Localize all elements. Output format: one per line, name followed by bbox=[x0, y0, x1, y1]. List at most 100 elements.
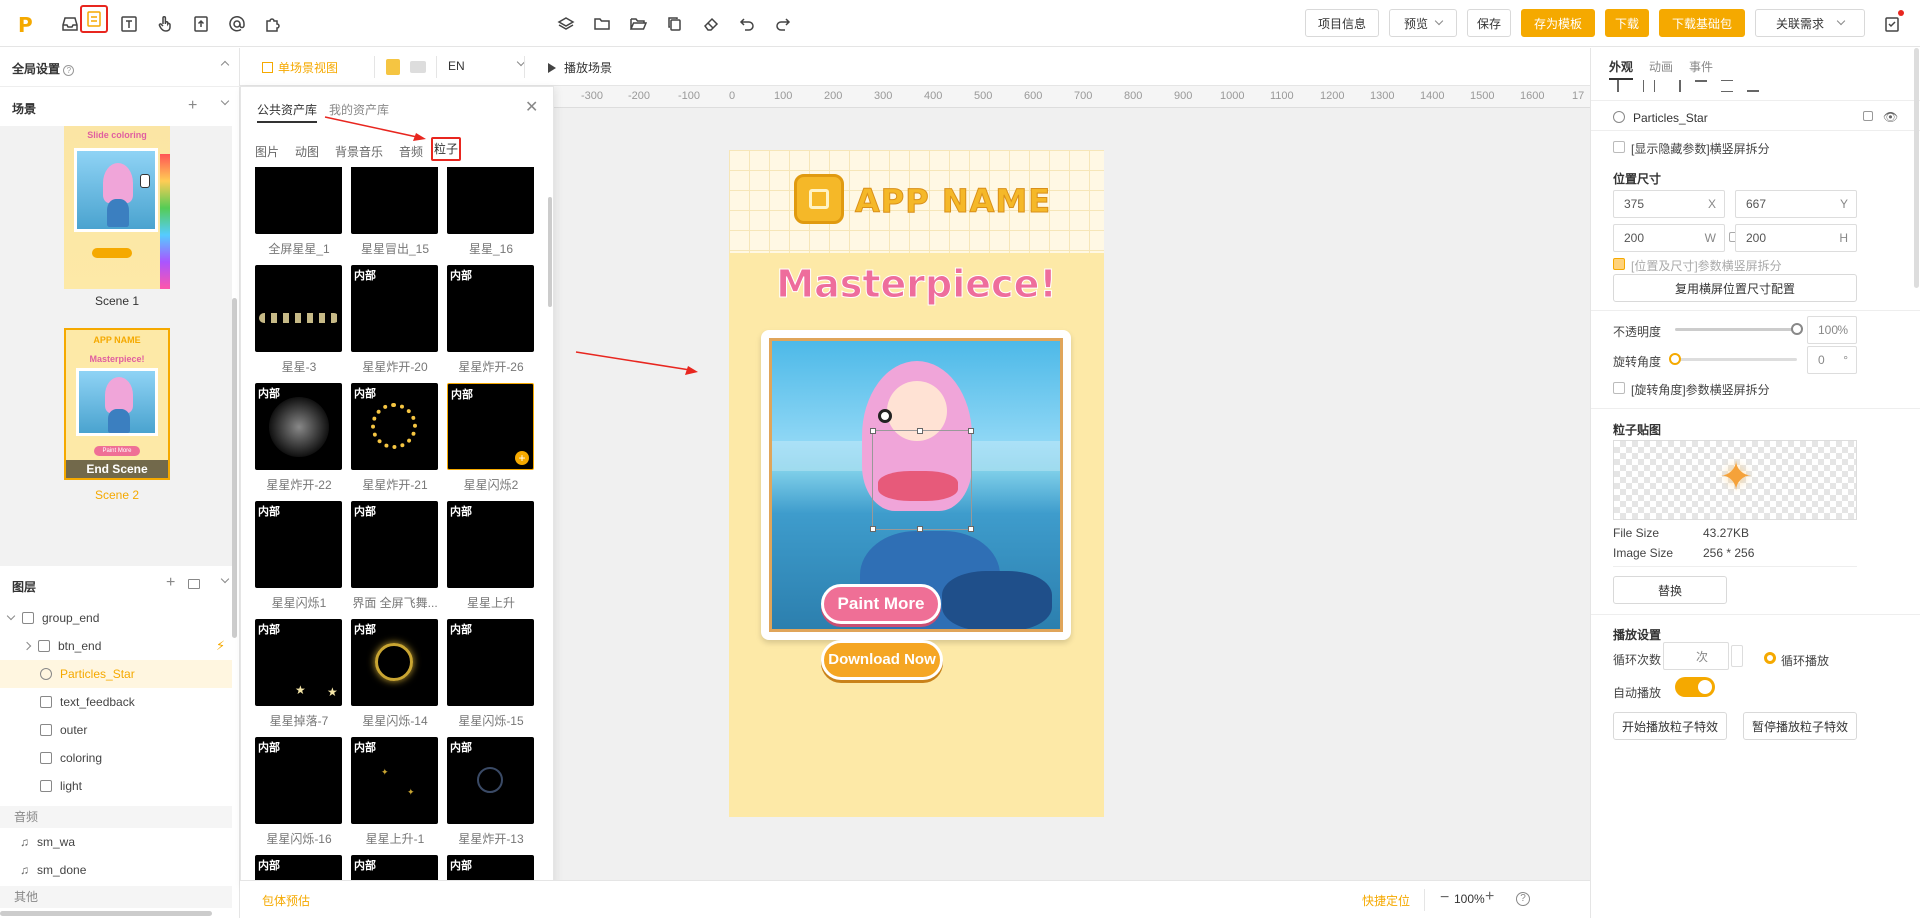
layer-row[interactable]: light bbox=[0, 772, 232, 800]
position-split-checkbox[interactable] bbox=[1613, 258, 1625, 270]
download-button[interactable]: 下载 bbox=[1605, 9, 1649, 37]
opacity-slider[interactable] bbox=[1675, 323, 1803, 335]
copy-icon[interactable] bbox=[663, 12, 687, 36]
left-horizontal-scrollbar[interactable] bbox=[0, 911, 212, 916]
asset-thumbnail[interactable]: 内部 bbox=[351, 501, 438, 588]
preview-dropdown[interactable]: 预览 bbox=[1389, 9, 1457, 37]
audio-row[interactable]: ♫ sm_done bbox=[0, 856, 232, 884]
layer-row[interactable]: btn_end ⚡ bbox=[0, 632, 232, 660]
asset-scrollbar[interactable] bbox=[548, 197, 552, 307]
text-tool-icon[interactable] bbox=[117, 12, 141, 36]
anchor-point-icon[interactable] bbox=[878, 409, 892, 423]
stage-artboard[interactable]: APP NAME Masterpiece! Paint More Downloa… bbox=[729, 150, 1104, 817]
chevron-down-icon[interactable] bbox=[220, 574, 230, 584]
mention-icon[interactable] bbox=[225, 12, 249, 36]
opacity-input[interactable]: 100% bbox=[1807, 316, 1857, 344]
asset-thumbnail[interactable] bbox=[255, 265, 342, 352]
asset-thumbnail[interactable]: 内部 bbox=[351, 619, 438, 706]
right-panel-scrollbar[interactable] bbox=[1914, 48, 1919, 288]
undo-icon[interactable] bbox=[735, 12, 759, 36]
redo-icon[interactable] bbox=[771, 12, 795, 36]
layer-row[interactable]: group_end bbox=[0, 604, 232, 632]
asset-thumbnail[interactable]: 内部 bbox=[351, 265, 438, 352]
asset-thumbnail[interactable]: 内部 bbox=[447, 619, 534, 706]
chevron-up-icon[interactable] bbox=[220, 60, 230, 70]
download-now-button[interactable]: Download Now bbox=[821, 640, 943, 680]
folder-icon[interactable] bbox=[590, 12, 614, 36]
pause-particles-button[interactable]: 暂停播放粒子特效 bbox=[1743, 712, 1857, 740]
save-button[interactable]: 保存 bbox=[1467, 9, 1511, 37]
align-middle-icon[interactable] bbox=[1721, 80, 1733, 92]
paint-more-button[interactable]: Paint More bbox=[821, 584, 941, 624]
loop-stepper[interactable] bbox=[1731, 645, 1743, 667]
autoplay-toggle[interactable] bbox=[1675, 677, 1715, 697]
eye-icon[interactable]: 👁 bbox=[1883, 110, 1898, 124]
help-icon[interactable]: ? bbox=[1516, 892, 1530, 906]
asset-thumbnail[interactable]: 内部 ✦ ✦ bbox=[351, 737, 438, 824]
loop-play-radio[interactable] bbox=[1764, 652, 1776, 664]
align-center-icon[interactable] bbox=[1643, 80, 1655, 92]
gesture-icon[interactable] bbox=[153, 12, 177, 36]
package-estimate-link[interactable]: 包体预估 bbox=[262, 892, 310, 909]
layer-row[interactable]: coloring bbox=[0, 744, 232, 772]
category-bgm[interactable]: 背景音乐 bbox=[335, 143, 383, 160]
asset-thumbnail[interactable]: 内部 bbox=[255, 383, 342, 470]
rotation-slider-handle[interactable] bbox=[1669, 353, 1681, 365]
add-folder-icon[interactable] bbox=[188, 579, 200, 589]
layer-row[interactable]: text_feedback bbox=[0, 688, 232, 716]
tab-appearance[interactable]: 外观 bbox=[1609, 58, 1633, 75]
particles-selection-box[interactable] bbox=[870, 428, 974, 532]
opacity-slider-handle[interactable] bbox=[1791, 323, 1803, 335]
color-swatch-gray[interactable] bbox=[410, 61, 426, 73]
asset-thumbnail[interactable]: 内部 bbox=[447, 737, 534, 824]
reuse-landscape-button[interactable]: 复用横屏位置尺寸配置 bbox=[1613, 274, 1857, 302]
add-asset-icon[interactable]: + bbox=[515, 451, 529, 465]
asset-thumbnail[interactable] bbox=[351, 167, 438, 234]
download-base-button[interactable]: 下载基础包 bbox=[1659, 9, 1745, 37]
plugin-icon[interactable] bbox=[261, 12, 285, 36]
inbox-icon[interactable] bbox=[58, 12, 82, 36]
chevron-right-icon[interactable] bbox=[22, 641, 32, 651]
scene-1-label[interactable]: Scene 1 bbox=[64, 294, 170, 308]
asset-thumbnail[interactable]: 内部 ★ ★ bbox=[255, 619, 342, 706]
tab-public-assets[interactable]: 公共资产库 bbox=[257, 101, 317, 118]
asset-thumbnail[interactable]: 内部 bbox=[447, 265, 534, 352]
x-input[interactable]: 375 X bbox=[1613, 190, 1725, 218]
category-animations[interactable]: 动图 bbox=[295, 143, 319, 160]
play-scene-button[interactable]: 播放场景 bbox=[548, 59, 612, 76]
asset-thumbnail[interactable]: 内部 bbox=[351, 383, 438, 470]
show-hidden-checkbox[interactable] bbox=[1613, 141, 1625, 153]
add-layer-icon[interactable]: + bbox=[166, 574, 175, 592]
align-bottom-icon[interactable] bbox=[1747, 80, 1759, 92]
scene-scrollbar[interactable] bbox=[232, 298, 237, 638]
layer-row[interactable]: outer bbox=[0, 716, 232, 744]
start-particles-button[interactable]: 开始播放粒子特效 bbox=[1613, 712, 1727, 740]
rotation-split-checkbox[interactable] bbox=[1613, 382, 1625, 394]
asset-thumbnail[interactable] bbox=[255, 167, 342, 234]
language-select[interactable]: EN bbox=[448, 57, 526, 73]
height-input[interactable]: 200 H bbox=[1735, 224, 1857, 252]
rotation-input[interactable]: 0 ° bbox=[1807, 346, 1857, 374]
canvas-area[interactable]: -300 -200 -100 0 100 200 300 400 500 600… bbox=[554, 86, 1590, 880]
width-input[interactable]: 200 W bbox=[1613, 224, 1725, 252]
quick-locate-link[interactable]: 快捷定位 bbox=[1362, 892, 1410, 909]
replace-texture-button[interactable]: 替换 bbox=[1613, 576, 1727, 604]
global-settings-title[interactable]: 全局设置 ? bbox=[12, 60, 75, 77]
rotation-slider[interactable] bbox=[1669, 353, 1797, 365]
layer-row-selected[interactable]: Particles_Star bbox=[0, 660, 232, 688]
clipboard-check-icon[interactable] bbox=[1880, 10, 1904, 36]
help-icon[interactable]: ? bbox=[63, 65, 75, 76]
eraser-icon[interactable] bbox=[699, 12, 723, 36]
close-icon[interactable]: ✕ bbox=[525, 97, 538, 117]
chevron-down-icon[interactable] bbox=[6, 611, 16, 621]
category-images[interactable]: 图片 bbox=[255, 143, 279, 160]
zoom-out-icon[interactable]: − bbox=[1440, 889, 1449, 907]
scene-2-thumbnail[interactable]: APP NAME Masterpiece! Paint More End Sce… bbox=[64, 328, 170, 480]
audio-row[interactable]: ♫ sm_wa bbox=[0, 828, 232, 856]
project-info-button[interactable]: 项目信息 bbox=[1305, 9, 1379, 37]
single-scene-view-toggle[interactable]: 单场景视图 bbox=[262, 59, 338, 76]
chevron-down-icon[interactable] bbox=[220, 96, 230, 106]
scene-1-thumbnail[interactable]: Slide coloring bbox=[64, 126, 170, 289]
align-right-icon[interactable] bbox=[1669, 80, 1681, 92]
category-audio[interactable]: 音频 bbox=[399, 143, 423, 160]
